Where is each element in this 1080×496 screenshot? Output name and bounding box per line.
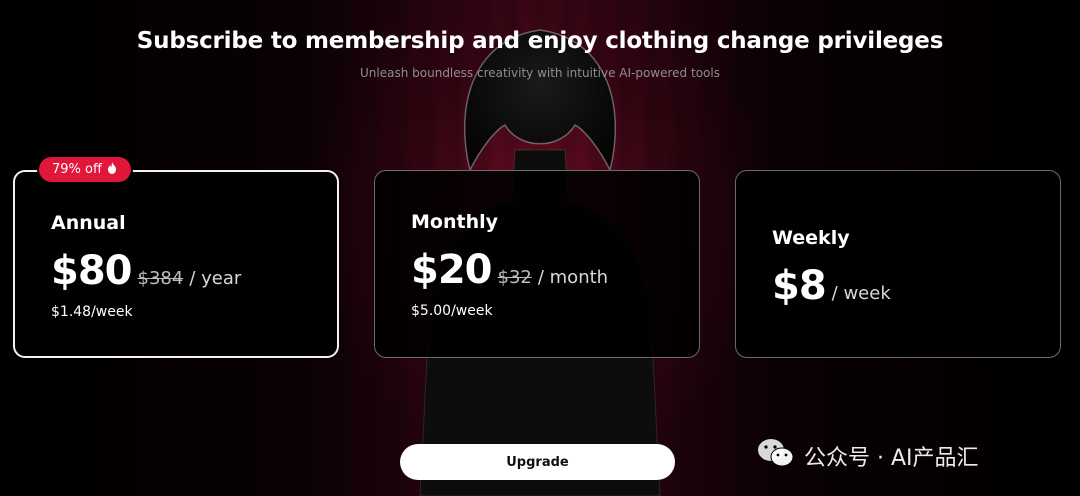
price-row: $20 $32 / month [411, 247, 608, 293]
upgrade-button[interactable]: Upgrade [400, 444, 675, 480]
plan-name: Weekly [772, 227, 850, 249]
plan-price: $80 [51, 248, 132, 294]
plan-name: Monthly [411, 211, 498, 233]
wechat-icon [756, 436, 796, 476]
plan-price: $20 [411, 247, 492, 293]
watermark-text: 公众号 · AI产品汇 [804, 446, 979, 471]
watermark: 公众号 · AI产品汇 [756, 436, 979, 476]
plan-card-monthly[interactable]: Monthly $20 $32 / month $5.00/week [374, 170, 700, 358]
plan-price: $8 [772, 263, 827, 309]
plan-per-week: $1.48/week [51, 304, 133, 320]
page-title: Subscribe to membership and enjoy clothi… [136, 28, 944, 54]
price-row: $80 $384 / year [51, 248, 241, 294]
plan-per-week: $5.00/week [411, 303, 493, 319]
plan-card-annual[interactable]: Annual $80 $384 / year $1.48/week [13, 170, 339, 358]
discount-badge: 79% off [37, 155, 133, 184]
price-row: $8 / week [772, 263, 891, 309]
plan-period: / week [831, 283, 891, 304]
plan-old-price: $384 [137, 268, 184, 289]
discount-badge-label: 79% off [52, 162, 102, 177]
flame-icon [107, 161, 117, 178]
plan-card-weekly[interactable]: Weekly $8 / week [735, 170, 1061, 358]
plan-period: / month [537, 267, 609, 288]
header: Subscribe to membership and enjoy clothi… [0, 28, 1080, 80]
plan-period: / year [189, 268, 242, 289]
plan-name: Annual [51, 212, 126, 234]
plan-old-price: $32 [497, 267, 532, 288]
page-subtitle: Unleash boundless creativity with intuit… [360, 66, 720, 80]
